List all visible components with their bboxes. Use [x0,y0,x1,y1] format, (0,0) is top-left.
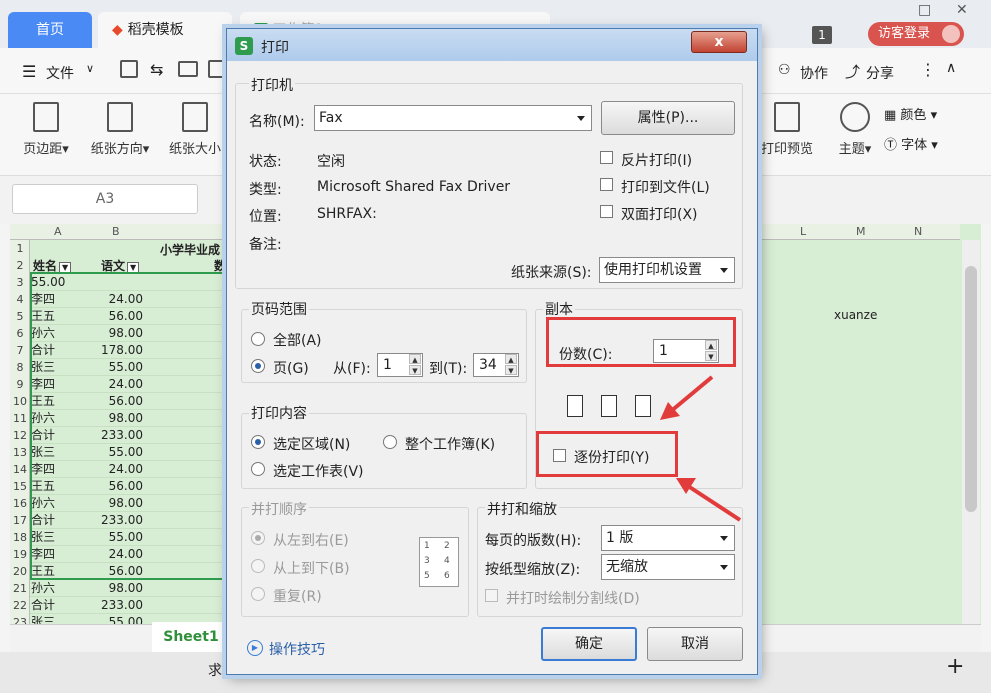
arrow-to-collate-lower [686,484,742,522]
annotation-arrows [660,375,742,522]
arrow-to-collate [668,375,714,414]
